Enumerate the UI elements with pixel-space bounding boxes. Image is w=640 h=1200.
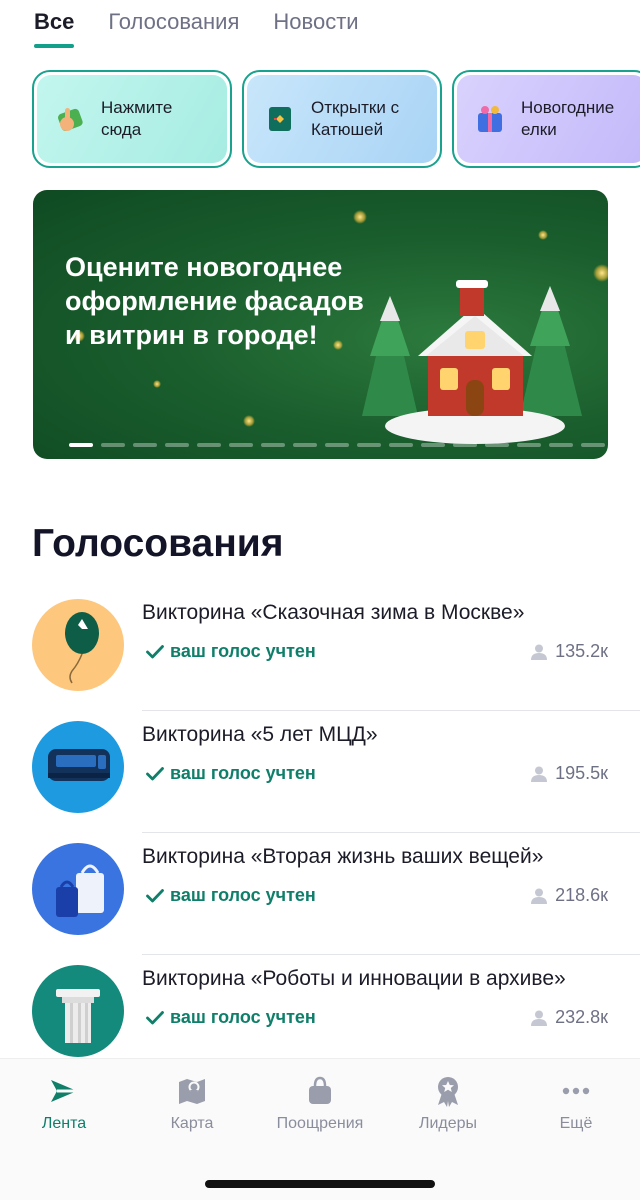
sparkle — [538, 230, 548, 240]
vote-item[interactable]: Викторина «5 лет МЦД» ваш голос учтен 19… — [0, 711, 640, 833]
vote-status: ваш голос учтен — [146, 885, 316, 906]
vote-status: ваш голос учтен — [146, 1007, 316, 1028]
participants-count: 218.6к — [530, 885, 608, 906]
participants-count-text: 218.6к — [555, 885, 608, 905]
vote-item[interactable]: Викторина «Вторая жизнь ваших вещей» ваш… — [0, 833, 640, 955]
chip-click-here[interactable]: Нажмите сюда — [32, 70, 232, 168]
nav-label: Ещё — [559, 1115, 593, 1132]
more-dots-icon — [559, 1075, 593, 1107]
train-icon — [32, 721, 124, 813]
participants-count: 195.5к — [530, 763, 608, 784]
banner-title: Оцените новогоднее оформление фасадов и … — [65, 252, 364, 350]
vote-title: Викторина «Вторая жизнь ваших вещей» — [142, 845, 544, 868]
nav-leaders[interactable]: Лидеры — [384, 1059, 512, 1149]
nav-label: Лидеры — [418, 1115, 478, 1132]
carousel-dot[interactable] — [453, 443, 477, 447]
bottom-navigation: Лента Карта Поощрения Лидеры Ещё — [0, 1058, 640, 1200]
chip-postcards[interactable]: Открытки с Катюшей — [242, 70, 442, 168]
feed-logo-icon — [47, 1075, 81, 1107]
checkmark-icon — [146, 1010, 164, 1024]
vote-status-text: ваш голос учтен — [170, 641, 316, 661]
vote-title: Викторина «5 лет МЦД» — [142, 723, 378, 746]
tab-all[interactable]: Все — [34, 0, 75, 56]
vote-item[interactable]: Викторина «Сказочная зима в Москве» ваш … — [0, 589, 640, 711]
carousel-dot[interactable] — [517, 443, 541, 447]
vote-status-text: ваш голос учтен — [170, 1007, 316, 1027]
vote-status: ваш голос учтен — [146, 641, 316, 662]
vote-status: ваш голос учтен — [146, 763, 316, 784]
sparkle — [243, 415, 255, 427]
carousel-dot[interactable] — [197, 443, 221, 447]
participants-count: 232.8к — [530, 1007, 608, 1028]
carousel-dot[interactable] — [165, 443, 189, 447]
vote-title: Викторина «Роботы и инновации в архиве» — [142, 967, 566, 990]
checkmark-icon — [146, 644, 164, 658]
vote-title: Викторина «Сказочная зима в Москве» — [142, 601, 525, 624]
chip-label: Новогодние елки — [521, 98, 615, 139]
carousel-dot[interactable] — [261, 443, 285, 447]
person-icon — [531, 888, 548, 904]
chip-label: Нажмите сюда — [101, 98, 173, 139]
shopping-bags-icon — [32, 843, 124, 935]
nav-map[interactable]: Карта — [128, 1059, 256, 1149]
carousel-dot[interactable] — [101, 443, 125, 447]
carousel-dot[interactable] — [389, 443, 413, 447]
carousel-dot[interactable] — [357, 443, 381, 447]
carousel-dot[interactable] — [229, 443, 253, 447]
carousel-dot[interactable] — [293, 443, 317, 447]
carousel-dot[interactable] — [133, 443, 157, 447]
participants-count: 135.2к — [530, 641, 608, 662]
participants-count-text: 135.2к — [555, 641, 608, 661]
tab-votes[interactable]: Голосования — [108, 0, 239, 56]
gift-icon — [473, 102, 507, 136]
balloon-icon — [32, 599, 124, 691]
carousel-dot[interactable] — [421, 443, 445, 447]
checkmark-icon — [146, 766, 164, 780]
nav-label: Поощрения — [276, 1115, 364, 1132]
chip-label: Открытки с Катюшей — [311, 98, 400, 139]
person-icon — [531, 1010, 548, 1026]
home-indicator — [205, 1180, 435, 1188]
gingerbread-house-illustration — [362, 280, 582, 444]
person-icon — [531, 766, 548, 782]
vote-status-text: ваш голос учтен — [170, 885, 316, 905]
carousel-dot[interactable] — [549, 443, 573, 447]
tab-news[interactable]: Новости — [273, 0, 358, 56]
nav-label: Лента — [41, 1115, 87, 1132]
sparkle — [593, 264, 608, 282]
participants-count-text: 232.8к — [555, 1007, 608, 1027]
votes-list: Викторина «Сказочная зима в Москве» ваш … — [0, 589, 640, 1077]
carousel-dot[interactable] — [69, 443, 93, 447]
vote-status-text: ваш голос учтен — [170, 763, 316, 783]
sparkle — [353, 210, 367, 224]
carousel-dot[interactable] — [581, 443, 605, 447]
section-title: Голосования — [32, 522, 284, 565]
nav-rewards[interactable]: Поощрения — [256, 1059, 384, 1149]
checkmark-icon — [146, 888, 164, 902]
nav-more[interactable]: Ещё — [512, 1059, 640, 1149]
map-icon — [175, 1075, 209, 1107]
column-icon — [32, 965, 124, 1057]
top-tabs: Все Голосования Новости — [34, 0, 359, 56]
postcard-icon — [263, 102, 297, 136]
pointing-hand-icon — [53, 102, 87, 136]
chip-new-year-trees[interactable]: Новогодние елки — [452, 70, 640, 168]
person-icon — [531, 644, 548, 660]
sparkle — [153, 380, 161, 388]
promo-banner[interactable]: Оцените новогоднее оформление фасадов и … — [33, 190, 608, 459]
nav-label: Карта — [170, 1115, 214, 1132]
nav-feed[interactable]: Лента — [0, 1059, 128, 1149]
carousel-dot[interactable] — [485, 443, 509, 447]
quick-links: Нажмите сюда Открытки с Катюшей Новогодн… — [32, 70, 640, 168]
participants-count-text: 195.5к — [555, 763, 608, 783]
shopping-bag-icon — [303, 1075, 337, 1107]
carousel-indicator — [69, 443, 605, 447]
carousel-dot[interactable] — [325, 443, 349, 447]
medal-icon — [431, 1075, 465, 1107]
